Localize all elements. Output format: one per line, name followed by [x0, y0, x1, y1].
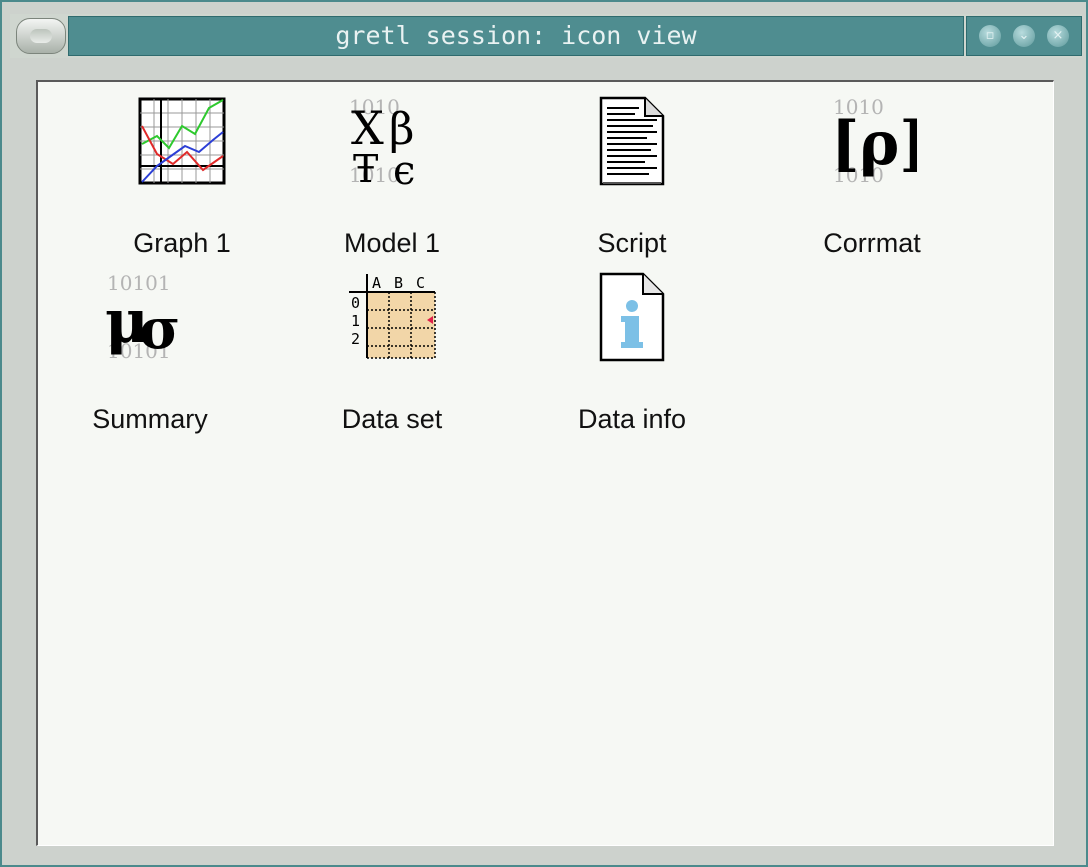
session-item-label: Graph 1: [133, 228, 231, 258]
window-menu-icon: [30, 29, 52, 43]
title-bar[interactable]: gretl session: icon view ▫ ⌄ ×: [10, 14, 1082, 58]
session-item-label: Model 1: [343, 228, 441, 258]
session-item-label: Data set: [341, 404, 443, 434]
gretl-session-window: gretl session: icon view ▫ ⌄ × Graph 1 1…: [0, 0, 1088, 867]
svg-text:0: 0: [351, 294, 360, 312]
corrmat-icon: 10101010 [ρ]: [831, 96, 917, 186]
session-item-model[interactable]: 1010 1010 X β Ŧ є Model 1: [302, 96, 482, 258]
summary-icon: 1010110101 μ σ: [105, 272, 180, 362]
svg-text:σ: σ: [139, 296, 180, 362]
session-item-label: Data info: [577, 404, 687, 434]
svg-text:2: 2: [351, 330, 360, 348]
svg-text:A: A: [372, 274, 381, 292]
svg-text:1: 1: [351, 312, 360, 330]
session-item-summary[interactable]: 10101 10101 μ σ Summary: [60, 272, 240, 434]
dataset-icon: ABC 012: [349, 274, 436, 359]
minimize-button[interactable]: ▫: [979, 25, 1001, 47]
session-item-datainfo[interactable]: Data info: [542, 272, 722, 434]
svg-text:B: B: [394, 274, 403, 292]
session-item-label: Corrmat: [823, 228, 921, 258]
maximize-icon: ⌄: [1018, 28, 1030, 43]
svg-text:C: C: [416, 274, 425, 292]
graph-icon: [138, 97, 226, 185]
svg-text:Ŧ: Ŧ: [353, 147, 378, 186]
icon-view-area[interactable]: Graph 1 1010 1010 X β Ŧ є Model 1 Script…: [36, 80, 1054, 846]
session-item-label: Script: [597, 228, 667, 258]
maximize-button[interactable]: ⌄: [1013, 25, 1035, 47]
session-item-dataset[interactable]: ABC 012 Data set: [302, 272, 482, 434]
datainfo-icon: [599, 272, 665, 362]
session-item-script[interactable]: Script: [542, 96, 722, 258]
svg-text:[ρ]: [ρ]: [831, 109, 917, 179]
window-menu-button[interactable]: [16, 18, 66, 54]
window-title[interactable]: gretl session: icon view: [68, 16, 964, 56]
session-item-corrmat[interactable]: 10101010 [ρ] Corrmat: [782, 96, 962, 258]
svg-text:є: є: [393, 148, 415, 186]
window-controls: ▫ ⌄ ×: [966, 16, 1082, 56]
close-button[interactable]: ×: [1047, 25, 1069, 47]
script-icon: [599, 96, 665, 186]
model-icon: 10101010 X β Ŧ є: [349, 96, 415, 186]
minimize-icon: ▫: [985, 28, 995, 43]
close-icon: ×: [1052, 28, 1064, 43]
session-item-label: Summary: [92, 404, 208, 434]
session-item-graph[interactable]: Graph 1: [92, 96, 272, 258]
